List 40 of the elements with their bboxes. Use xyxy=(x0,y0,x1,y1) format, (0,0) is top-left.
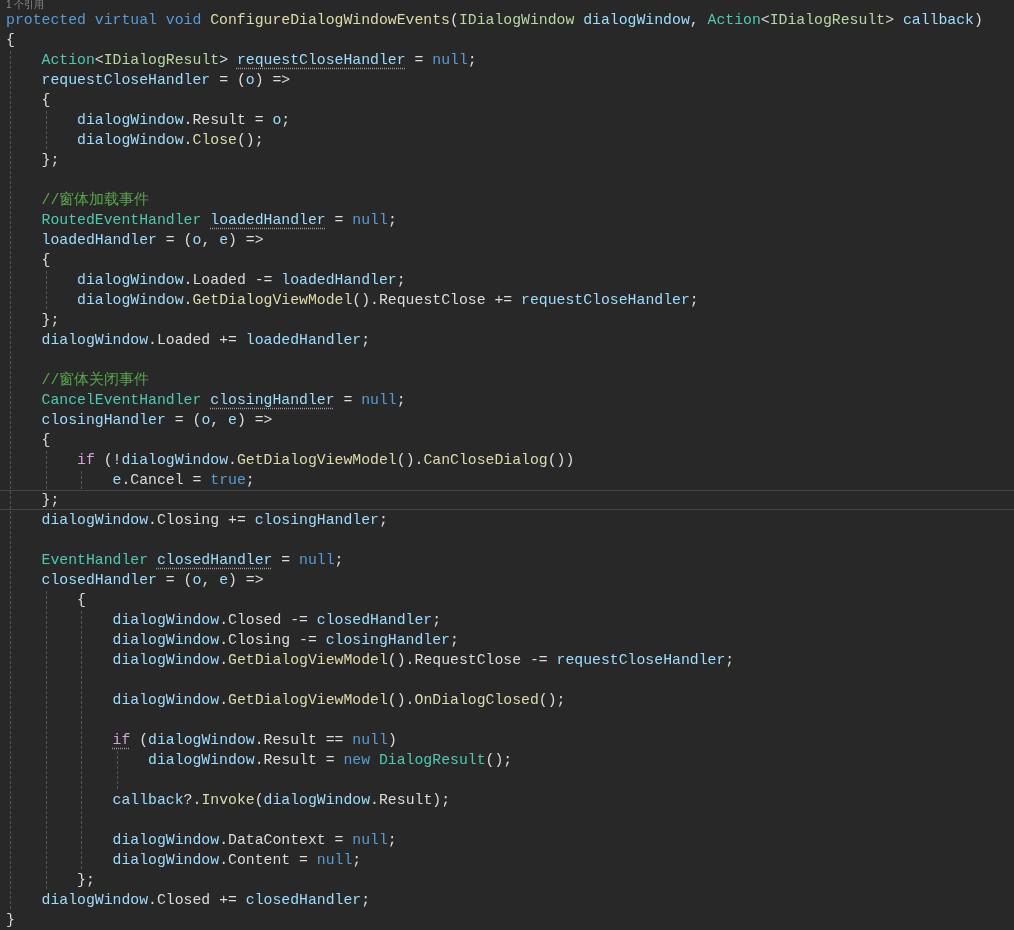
code-line: loadedHandler = (o, e) => xyxy=(40,231,264,249)
code-line: dialogWindow.GetDialogViewModel().OnDialogClosed(); xyxy=(111,691,566,709)
code-line: EventHandler closedHandler = null; xyxy=(40,551,344,569)
code-line: //窗体关闭事件 xyxy=(40,371,150,389)
code-line: requestCloseHandler = (o) => xyxy=(40,71,291,89)
code-line: dialogWindow.DataContext = null; xyxy=(111,831,397,849)
code-line: }; xyxy=(40,311,60,329)
code-line: }; xyxy=(40,151,60,169)
code-line: { xyxy=(40,431,51,449)
code-line: dialogWindow.Closed += closedHandler; xyxy=(40,891,371,909)
code-line: { xyxy=(40,251,51,269)
code-line: dialogWindow.Result = new DialogResult(); xyxy=(147,751,513,769)
code-line: dialogWindow.GetDialogViewModel().RequestClose += requestCloseHandler; xyxy=(76,291,699,309)
code-line: { xyxy=(76,591,86,609)
code-line: closingHandler = (o, e) => xyxy=(40,411,273,429)
code-line: { xyxy=(6,31,15,49)
code-line: dialogWindow.GetDialogViewModel().RequestClose -= requestCloseHandler; xyxy=(111,651,735,669)
code-line: if (dialogWindow.Result == null) xyxy=(111,731,397,749)
code-line: CancelEventHandler closingHandler = null; xyxy=(40,391,406,409)
code-line: RoutedEventHandler loadedHandler = null; xyxy=(40,211,397,229)
code-line: protected virtual void ConfigureDialogWindowEvents(IDialogWindow dialogWindow, Action<IDialogResult> callback) xyxy=(6,11,983,29)
code-line: }; xyxy=(76,871,95,889)
reference-count[interactable]: 1 个引用 xyxy=(6,0,45,10)
code-line: dialogWindow.Result = o; xyxy=(76,111,291,129)
code-line: callback?.Invoke(dialogWindow.Result); xyxy=(111,791,451,809)
code-line: e.Cancel = true; xyxy=(111,471,255,489)
code-line: }; xyxy=(40,491,60,509)
code-line: closedHandler = (o, e) => xyxy=(40,571,264,589)
code-line: } xyxy=(6,911,15,929)
code-line: dialogWindow.Content = null; xyxy=(111,851,362,869)
code-line: dialogWindow.Closing -= closingHandler; xyxy=(111,631,459,649)
code-line: if (!dialogWindow.GetDialogViewModel().CanCloseDialog()) xyxy=(76,451,575,469)
code-line: dialogWindow.Loaded -= loadedHandler; xyxy=(76,271,406,289)
code-line: dialogWindow.Close(); xyxy=(76,131,264,149)
code-line: dialogWindow.Loaded += loadedHandler; xyxy=(40,331,371,349)
code-line: { xyxy=(40,91,51,109)
code-line: Action<IDialogResult> requestCloseHandler = null; xyxy=(40,51,477,69)
code-line: //窗体加载事件 xyxy=(40,191,150,209)
code-line: dialogWindow.Closed -= closedHandler; xyxy=(111,611,442,629)
code-line: dialogWindow.Closing += closingHandler; xyxy=(40,511,388,529)
